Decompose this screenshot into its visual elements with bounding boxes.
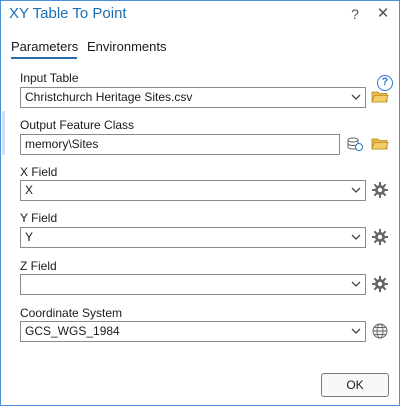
x-field-value: X: [25, 183, 34, 197]
gear-icon[interactable]: [371, 181, 389, 199]
help-button[interactable]: ?: [347, 6, 363, 22]
active-parameter-indicator: [2, 111, 5, 155]
chevron-down-icon: [351, 94, 361, 100]
ok-button[interactable]: OK: [321, 373, 389, 397]
gear-icon[interactable]: [371, 275, 389, 293]
input-table-label: Input Table: [20, 71, 79, 85]
y-field-dropdown[interactable]: Y: [20, 227, 366, 248]
y-field-value: Y: [25, 230, 34, 244]
globe-icon[interactable]: [371, 322, 389, 340]
x-field-dropdown[interactable]: X: [20, 180, 366, 201]
gear-icon[interactable]: [371, 228, 389, 246]
title-bar: XY Table To Point ? ✕: [1, 1, 399, 29]
tab-environments[interactable]: Environments: [87, 39, 166, 54]
chevron-down-icon: [351, 328, 361, 334]
output-feature-class-label: Output Feature Class: [20, 118, 135, 132]
output-feature-class-value: memory\Sites: [25, 137, 99, 151]
chevron-down-icon: [351, 187, 361, 193]
z-field-label: Z Field: [20, 259, 57, 273]
chevron-down-icon: [351, 234, 361, 240]
z-field-dropdown[interactable]: [20, 274, 366, 295]
dialog-window: XY Table To Point ? ✕ Parameters Environ…: [0, 0, 400, 406]
coordinate-system-value: GCS_WGS_1984: [25, 324, 120, 338]
chevron-down-icon: [351, 281, 361, 287]
input-table-value: Christchurch Heritage Sites.csv: [25, 90, 193, 104]
active-tab-indicator: [11, 57, 77, 59]
tab-parameters[interactable]: Parameters: [11, 39, 78, 54]
folder-icon[interactable]: [371, 135, 389, 153]
coordinate-system-label: Coordinate System: [20, 306, 123, 320]
close-button[interactable]: ✕: [375, 6, 391, 22]
output-feature-class-input[interactable]: memory\Sites: [20, 134, 340, 155]
dialog-title: XY Table To Point: [9, 5, 127, 22]
geodatabase-icon[interactable]: [346, 135, 364, 153]
tab-bar: Parameters Environments ?: [1, 37, 399, 91]
coordinate-system-dropdown[interactable]: GCS_WGS_1984: [20, 321, 366, 342]
input-table-dropdown[interactable]: Christchurch Heritage Sites.csv: [20, 87, 366, 108]
y-field-label: Y Field: [20, 211, 58, 225]
folder-icon[interactable]: [371, 88, 389, 106]
x-field-label: X Field: [20, 165, 58, 179]
